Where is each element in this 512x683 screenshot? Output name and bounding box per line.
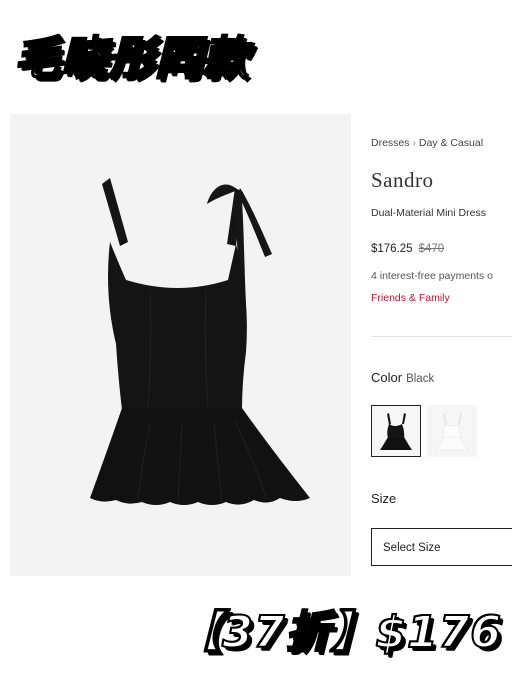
- swatch-white-thumbnail: [435, 413, 469, 451]
- title-overlay: 毛晓彤同款: [13, 30, 249, 86]
- divider: [371, 336, 512, 337]
- price-overlay: 【37折】$176: [176, 606, 502, 659]
- price-current: $176.25: [371, 243, 413, 255]
- color-swatch-black[interactable]: [371, 405, 421, 457]
- installment-payments-text[interactable]: 4 interest-free payments o: [371, 270, 493, 282]
- color-value: Black: [406, 373, 435, 385]
- size-label: Size: [371, 491, 397, 506]
- product-title: Dual-Material Mini Dress: [371, 207, 486, 219]
- swatch-black-thumbnail: [380, 413, 412, 450]
- brand-name[interactable]: Sandro: [371, 168, 434, 193]
- product-details: Dresses › Day & Casual Sandro Dual-Materia…: [371, 0, 512, 683]
- breadcrumb-link-day-casual[interactable]: Day & Casual: [419, 137, 483, 149]
- color-swatch-white[interactable]: [427, 405, 477, 457]
- size-select[interactable]: Select Size: [371, 528, 512, 566]
- color-label: Color: [371, 370, 403, 385]
- promo-label: Friends & Family: [371, 292, 450, 304]
- price-row: $176.25 $470: [371, 243, 444, 255]
- product-main-image[interactable]: [10, 114, 351, 576]
- chevron-right-icon: ›: [412, 138, 416, 149]
- color-row: Color Black: [371, 369, 434, 387]
- breadcrumb: Dresses › Day & Casual: [371, 137, 483, 149]
- dress-illustration: [90, 178, 310, 505]
- price-original: $470: [418, 243, 445, 255]
- breadcrumb-link-dresses[interactable]: Dresses: [371, 137, 410, 149]
